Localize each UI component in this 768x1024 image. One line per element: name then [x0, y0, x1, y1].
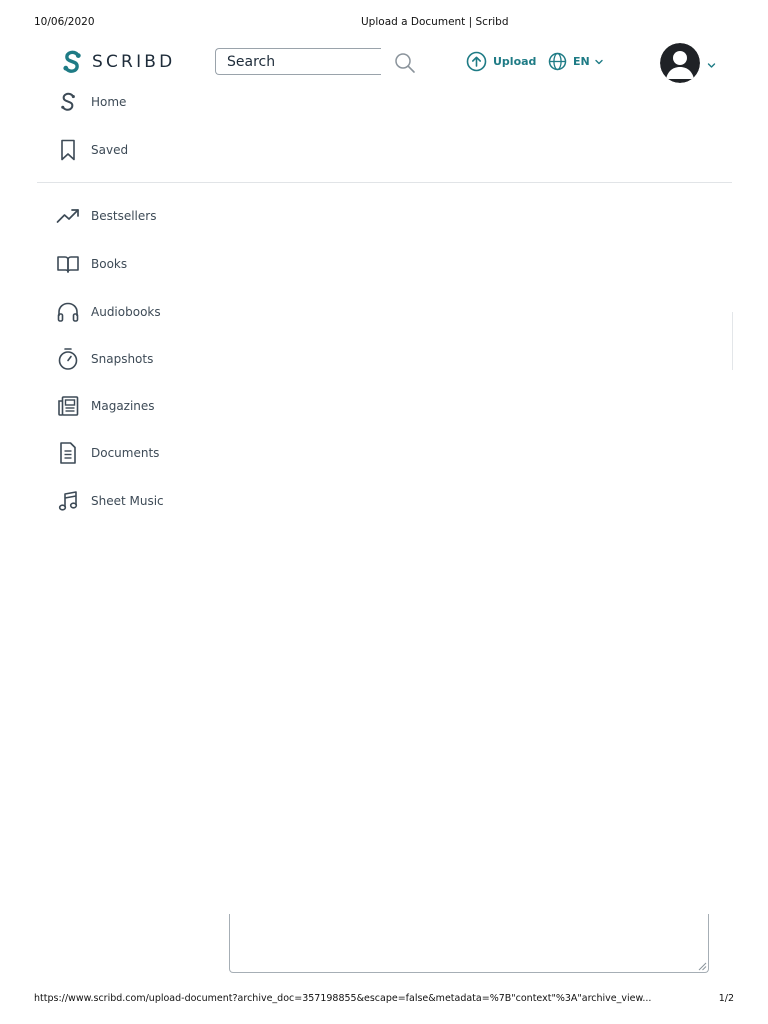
- account-chevron-down-icon[interactable]: [707, 62, 716, 69]
- sidebar-item-sheet-music[interactable]: Sheet Music: [56, 489, 256, 513]
- sidebar-item-label: Books: [91, 257, 128, 271]
- upload-label: Upload: [493, 55, 537, 68]
- search-input[interactable]: [215, 48, 381, 75]
- sidebar-item-label: Snapshots: [91, 352, 154, 366]
- sidebar-item-saved[interactable]: Saved: [56, 138, 256, 162]
- resize-handle-icon[interactable]: [697, 961, 707, 971]
- sidebar-item-label: Documents: [91, 446, 160, 460]
- language-selector[interactable]: EN: [548, 52, 603, 71]
- sidebar-item-label: Bestsellers: [91, 209, 157, 223]
- sidebar-item-label: Audiobooks: [91, 305, 161, 319]
- description-textarea[interactable]: [229, 914, 709, 973]
- nav-divider: [37, 182, 732, 183]
- user-avatar[interactable]: [660, 43, 700, 83]
- stopwatch-icon: [56, 347, 80, 371]
- sidebar-item-documents[interactable]: Documents: [56, 441, 256, 465]
- sidebar-item-label: Sheet Music: [91, 494, 164, 508]
- print-footer: https://www.scribd.com/upload-document?a…: [34, 993, 734, 1007]
- document-icon: [56, 441, 80, 465]
- print-date: 10/06/2020: [34, 16, 95, 28]
- upload-button[interactable]: Upload: [466, 51, 536, 72]
- chevron-down-icon: [595, 59, 603, 64]
- trending-up-icon: [56, 204, 80, 228]
- bookmark-icon: [56, 138, 80, 162]
- print-page-title: Upload a Document | Scribd: [361, 16, 509, 28]
- content-edge-line: [732, 312, 733, 370]
- sidebar-item-label: Saved: [91, 143, 129, 157]
- upload-arrow-icon: [466, 51, 487, 72]
- globe-icon: [548, 52, 567, 71]
- open-book-icon: [56, 252, 80, 276]
- sidebar-item-label: Magazines: [91, 399, 155, 413]
- sidebar-item-home[interactable]: Home: [56, 90, 256, 114]
- sidebar-item-books[interactable]: Books: [56, 252, 256, 276]
- print-page-number: 1/2: [718, 993, 734, 1004]
- music-note-icon: [56, 489, 80, 513]
- print-url: https://www.scribd.com/upload-document?a…: [34, 993, 652, 1004]
- magazine-icon: [56, 394, 80, 418]
- language-label: EN: [573, 55, 590, 68]
- sidebar-item-snapshots[interactable]: Snapshots: [56, 347, 256, 371]
- sidebar-item-label: Home: [91, 95, 127, 109]
- print-header: 10/06/2020 Upload a Document | Scribd: [34, 16, 734, 30]
- sidebar-item-magazines[interactable]: Magazines: [56, 394, 256, 418]
- search-button[interactable]: [393, 51, 417, 75]
- headphones-icon: [56, 300, 80, 324]
- scribd-logo-icon: [63, 50, 81, 73]
- search-icon: [395, 53, 415, 73]
- sidebar-item-audiobooks[interactable]: Audiobooks: [56, 300, 256, 324]
- scribd-wordmark: SCRIBD: [92, 52, 176, 72]
- user-silhouette-icon: [660, 43, 700, 83]
- sidebar-item-bestsellers[interactable]: Bestsellers: [56, 204, 256, 228]
- scribd-home-icon: [56, 90, 80, 114]
- scribd-logo[interactable]: SCRIBD: [61, 49, 175, 75]
